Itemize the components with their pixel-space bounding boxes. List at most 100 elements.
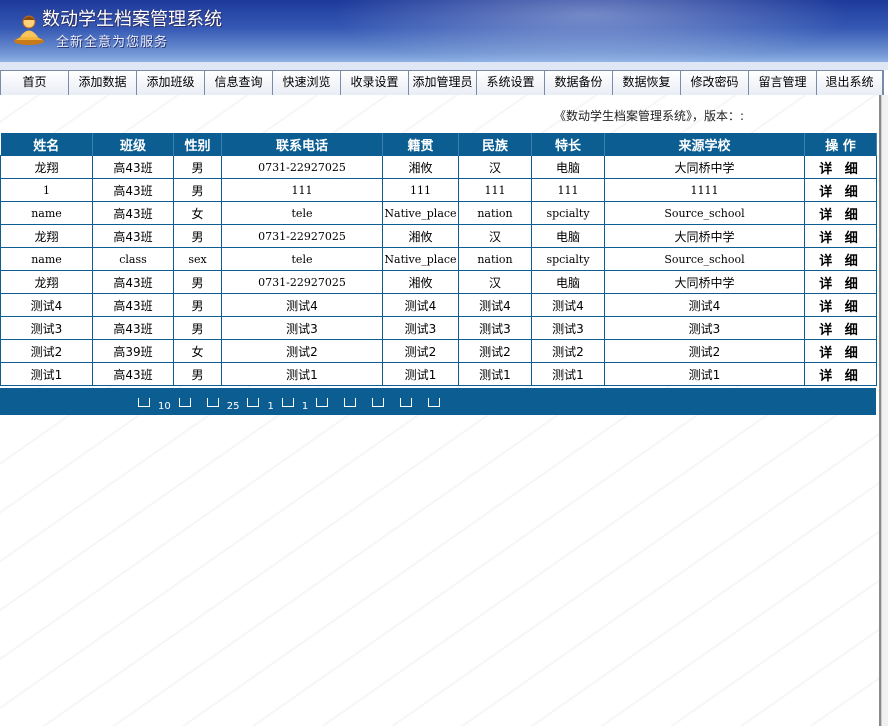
table-cell: 湘攸	[382, 155, 459, 179]
table-cell: 1	[0, 178, 93, 202]
logo-icon	[14, 15, 44, 45]
detail-link[interactable]: 详 细	[804, 270, 877, 294]
table-cell: 高43班	[92, 293, 174, 317]
table-cell: 高43班	[92, 270, 174, 294]
column-header: 操 作	[804, 133, 877, 156]
nav-item[interactable]: 添加班级	[137, 71, 205, 95]
table-cell: 男	[173, 316, 222, 340]
table-cell: 0731-22927025	[221, 270, 383, 294]
nav-item[interactable]: 添加管理员	[409, 71, 477, 95]
nav-item[interactable]: 信息查询	[205, 71, 273, 95]
app-title: 数动学生档案管理系统	[42, 9, 222, 30]
pager-prev-button[interactable]	[344, 397, 357, 407]
pager-total: 25	[226, 400, 240, 412]
table-cell: 电脑	[531, 224, 605, 248]
column-header: 性别	[173, 133, 222, 156]
table-cell: 男	[173, 270, 222, 294]
nav-item[interactable]: 添加数据	[69, 71, 137, 95]
nav-item[interactable]: 留言管理	[749, 71, 817, 95]
table-cell: 测试3	[0, 316, 93, 340]
nav-item[interactable]: 收录设置	[341, 71, 409, 95]
detail-link[interactable]: 详 细	[804, 224, 877, 248]
table-cell: Source_school	[604, 201, 805, 225]
header-underband	[0, 62, 888, 70]
table-cell: 高43班	[92, 155, 174, 179]
table-cell: 男	[173, 155, 222, 179]
table-cell: 女	[173, 339, 222, 363]
nav-item[interactable]: 数据备份	[545, 71, 613, 95]
pager-box-icon	[178, 397, 191, 407]
detail-link[interactable]: 详 细	[804, 362, 877, 386]
table-cell: 测试4	[604, 293, 805, 317]
table-header-row: 姓名 班级 性别 联系电话 籍贯 民族 特长 来源学校操 作	[0, 133, 877, 156]
header-banner: 数动学生档案管理系统 全新全意为您服务	[0, 0, 888, 62]
table-cell: 高43班	[92, 224, 174, 248]
detail-link[interactable]: 详 细	[804, 178, 877, 202]
table-cell: 汉	[458, 155, 532, 179]
table-cell: 男	[173, 224, 222, 248]
student-table: 姓名 班级 性别 联系电话 籍贯 民族 特长 来源学校操 作 龙翔 高43班男 0731-2292…	[0, 133, 877, 386]
pager-box-icon	[281, 397, 294, 407]
detail-link[interactable]: 详 细	[804, 247, 877, 271]
pager-go-button[interactable]	[428, 397, 441, 407]
detail-link[interactable]: 详 细	[804, 316, 877, 340]
table-cell: 高43班	[92, 316, 174, 340]
table-cell: 男	[173, 293, 222, 317]
nav-item[interactable]: 数据恢复	[613, 71, 681, 95]
detail-link[interactable]: 详 细	[804, 293, 877, 317]
table-cell: 大同桥中学	[604, 224, 805, 248]
table-cell: 男	[173, 178, 222, 202]
table-cell: 大同桥中学	[604, 270, 805, 294]
table-cell: 湘攸	[382, 270, 459, 294]
pager-next-button[interactable]	[372, 397, 385, 407]
main-nav: 首页 添加数据 添加班级 信息查询 快速浏览 收录设置 添加管理员 系统设置 数据备份 数据恢复修…	[0, 70, 884, 96]
table-row: 测试3 高43班男测试3 测试3 测试3 测试3 测试3 详 细	[0, 316, 877, 340]
pager-bar: 10 25 1 1	[0, 388, 876, 415]
detail-link[interactable]: 详 细	[804, 201, 877, 225]
app-subtitle: 全新全意为您服务	[56, 35, 169, 50]
table-cell: 测试4	[221, 293, 383, 317]
scrollbar-edge[interactable]	[881, 95, 888, 726]
table-cell: 男	[173, 362, 222, 386]
table-cell: 汉	[458, 270, 532, 294]
table-cell: 高43班	[92, 362, 174, 386]
table-cell: nation	[458, 247, 532, 271]
table-cell: 测试2	[0, 339, 93, 363]
table-row: 龙翔 高43班男 0731-22927025 湘攸汉电脑 大同桥中学详 细	[0, 270, 877, 294]
column-header: 特长	[531, 133, 605, 156]
column-header: 姓名	[0, 133, 93, 156]
table-cell: 测试2	[458, 339, 532, 363]
pager-first-button[interactable]	[316, 397, 329, 407]
table-row: 1 高43班男 111 111 111 111 1111 详 细	[0, 178, 877, 202]
pager-last-button[interactable]	[400, 397, 413, 407]
table-cell: class	[92, 247, 174, 271]
table-cell: 高39班	[92, 339, 174, 363]
table-cell: 测试1	[604, 362, 805, 386]
nav-item[interactable]: 退出系统	[817, 71, 883, 95]
table-cell: nation	[458, 201, 532, 225]
table-cell: 大同桥中学	[604, 155, 805, 179]
column-header: 民族	[458, 133, 532, 156]
table-cell: 测试3	[458, 316, 532, 340]
nav-item[interactable]: 快速浏览	[273, 71, 341, 95]
table-cell: 电脑	[531, 270, 605, 294]
detail-link[interactable]: 详 细	[804, 155, 877, 179]
table-cell: 高43班	[92, 178, 174, 202]
nav-item[interactable]: 修改密码	[681, 71, 749, 95]
table-cell: tele	[221, 247, 383, 271]
pager-controls: 10 25 1 1	[130, 395, 448, 412]
table-cell: 测试3	[221, 316, 383, 340]
table-cell: 测试2	[604, 339, 805, 363]
table-cell: 测试1	[382, 362, 459, 386]
nav-item[interactable]: 系统设置	[477, 71, 545, 95]
detail-link[interactable]: 详 细	[804, 339, 877, 363]
table-cell: 汉	[458, 224, 532, 248]
table-row: 测试1 高43班男测试1 测试1 测试1 测试1 测试1 详 细	[0, 362, 877, 386]
table-cell: 111	[221, 178, 383, 202]
pager-box-icon	[206, 397, 219, 407]
table-cell: 111	[458, 178, 532, 202]
banner-glow	[330, 0, 850, 62]
nav-item[interactable]: 首页	[1, 71, 69, 95]
table-cell: name	[0, 201, 93, 225]
table-cell: Native_place	[382, 201, 459, 225]
